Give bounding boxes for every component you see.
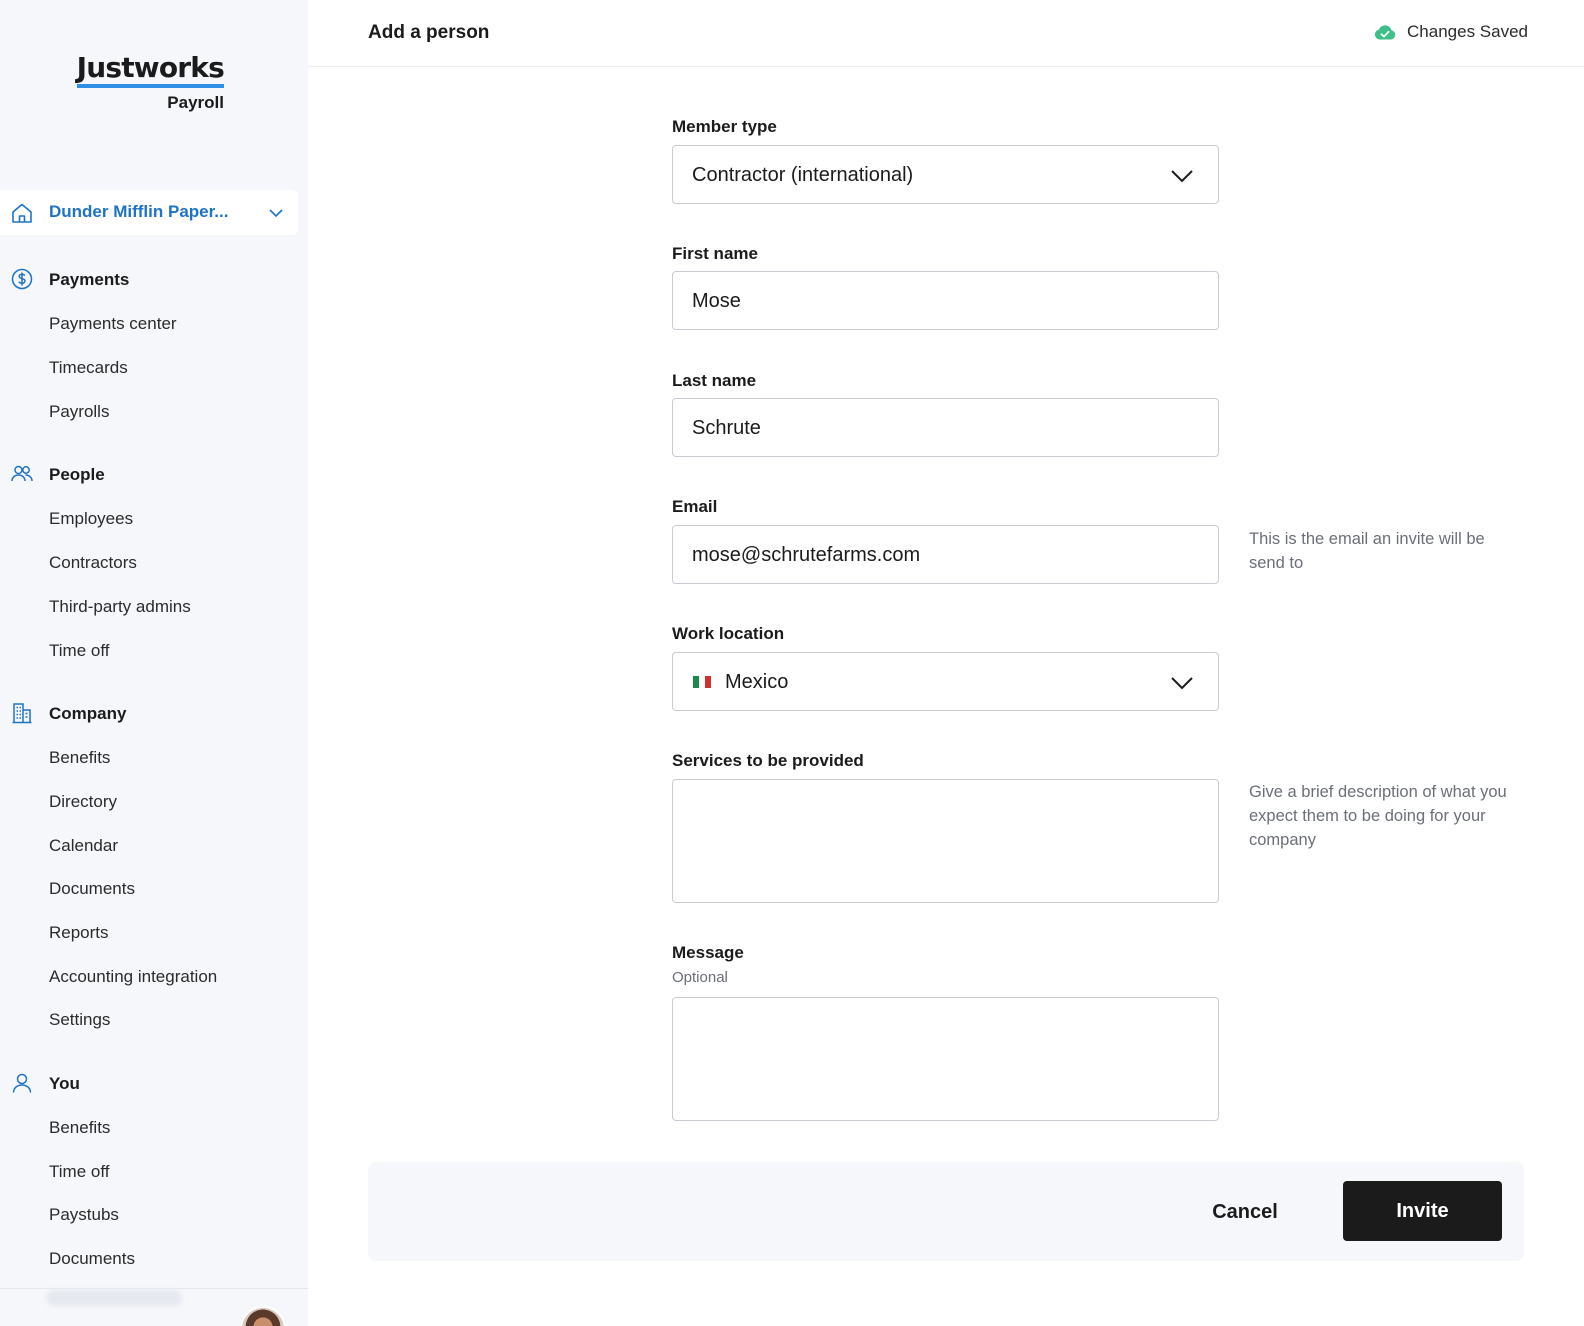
sidebar-item-timecards[interactable]: Timecards bbox=[49, 358, 128, 378]
sidebar-item-accounting-integration[interactable]: Accounting integration bbox=[49, 967, 217, 987]
user-icon bbox=[12, 1073, 32, 1093]
nav-head-label: You bbox=[49, 1074, 80, 1093]
save-status: Changes Saved bbox=[1373, 22, 1528, 42]
building-icon bbox=[12, 703, 32, 724]
sidebar-divider bbox=[0, 1288, 308, 1289]
invite-button[interactable]: Invite bbox=[1343, 1181, 1502, 1241]
nav-section-people: People bbox=[0, 462, 308, 488]
logo-wordmark: Justworks bbox=[76, 52, 225, 88]
services-label: Services to be provided bbox=[672, 751, 864, 770]
sidebar-item-employees[interactable]: Employees bbox=[49, 509, 133, 529]
services-hint: Give a brief description of what you exp… bbox=[1249, 783, 1507, 849]
sidebar-item-time-off[interactable]: Time off bbox=[49, 641, 109, 661]
mexico-flag-icon bbox=[693, 676, 711, 688]
first-name-field[interactable]: Mose bbox=[672, 271, 1219, 330]
save-status-label: Changes Saved bbox=[1407, 22, 1528, 41]
nav-head-company[interactable]: Company bbox=[0, 701, 308, 727]
people-icon bbox=[11, 465, 33, 482]
nav-section-payments: Payments bbox=[0, 267, 308, 293]
services-textarea[interactable] bbox=[672, 779, 1219, 903]
sidebar-item-contractors[interactable]: Contractors bbox=[49, 553, 137, 573]
nav-head-people[interactable]: People bbox=[0, 462, 308, 488]
dollar-circle-icon bbox=[11, 268, 33, 290]
message-textarea[interactable] bbox=[672, 997, 1219, 1121]
nav-section-company: Company bbox=[0, 701, 308, 727]
sidebar-item-documents[interactable]: Documents bbox=[49, 879, 135, 899]
work-location-value: Mexico bbox=[725, 671, 789, 693]
sidebar-item-third-party-admins[interactable]: Third-party admins bbox=[49, 597, 191, 617]
sidebar-item-calendar[interactable]: Calendar bbox=[49, 836, 118, 856]
chevron-down-icon bbox=[1171, 170, 1193, 183]
member-type-value: Contractor (international) bbox=[692, 164, 914, 186]
company-switcher[interactable]: Dunder Mifflin Paper... bbox=[0, 190, 298, 235]
member-type-label: Member type bbox=[672, 117, 777, 136]
last-name-value: Schrute bbox=[692, 417, 761, 439]
message-optional: Optional bbox=[672, 969, 728, 986]
nav-head-label: People bbox=[49, 465, 105, 484]
company-name: Dunder Mifflin Paper... bbox=[49, 202, 229, 221]
sidebar-item-reports[interactable]: Reports bbox=[49, 923, 109, 943]
email-field[interactable]: mose@schrutefarms.com bbox=[672, 525, 1219, 584]
email-label: Email bbox=[672, 497, 718, 516]
sidebar-item-payrolls[interactable]: Payrolls bbox=[49, 402, 109, 422]
email-value: mose@schrutefarms.com bbox=[692, 544, 921, 566]
cloud-check-icon bbox=[1374, 25, 1396, 40]
nav-section-you: You bbox=[0, 1071, 308, 1097]
sidebar-item-you-documents[interactable]: Documents bbox=[49, 1249, 135, 1269]
first-name-label: First name bbox=[672, 244, 758, 263]
sidebar-item-paystubs[interactable]: Paystubs bbox=[49, 1205, 119, 1225]
chevron-down-icon bbox=[1171, 677, 1193, 690]
redacted-user-name bbox=[46, 1290, 182, 1306]
sidebar: Justworks Payroll Dunder Mifflin Paper..… bbox=[0, 0, 308, 1326]
sidebar-item-you-benefits[interactable]: Benefits bbox=[49, 1118, 110, 1138]
email-hint: This is the email an invite will be send… bbox=[1249, 530, 1485, 572]
sidebar-item-payments-center[interactable]: Payments center bbox=[49, 314, 177, 334]
page-title: Add a person bbox=[368, 22, 490, 43]
logo-product: Payroll bbox=[167, 93, 224, 112]
topbar: Add a person Changes Saved bbox=[308, 0, 1584, 67]
work-location-select[interactable]: Mexico bbox=[672, 652, 1219, 711]
chevron-down-icon bbox=[269, 209, 283, 218]
nav-head-you[interactable]: You bbox=[0, 1071, 308, 1097]
nav-head-label: Payments bbox=[49, 270, 130, 289]
member-type-select[interactable]: Contractor (international) bbox=[672, 145, 1219, 204]
home-icon bbox=[12, 203, 32, 223]
sidebar-item-you-time-off[interactable]: Time off bbox=[49, 1162, 109, 1182]
avatar[interactable] bbox=[240, 1306, 286, 1326]
logo[interactable]: Justworks Payroll bbox=[74, 52, 225, 113]
sidebar-item-directory[interactable]: Directory bbox=[49, 792, 117, 812]
last-name-label: Last name bbox=[672, 371, 757, 390]
sidebar-item-benefits[interactable]: Benefits bbox=[49, 748, 110, 768]
first-name-value: Mose bbox=[692, 290, 741, 312]
message-label: Message bbox=[672, 943, 744, 962]
nav-head-payments[interactable]: Payments bbox=[0, 267, 308, 293]
sidebar-item-settings[interactable]: Settings bbox=[49, 1010, 110, 1030]
nav-head-label: Company bbox=[49, 704, 127, 723]
work-location-label: Work location bbox=[672, 624, 785, 643]
last-name-field[interactable]: Schrute bbox=[672, 398, 1219, 457]
cancel-button[interactable]: Cancel bbox=[1200, 1182, 1290, 1242]
